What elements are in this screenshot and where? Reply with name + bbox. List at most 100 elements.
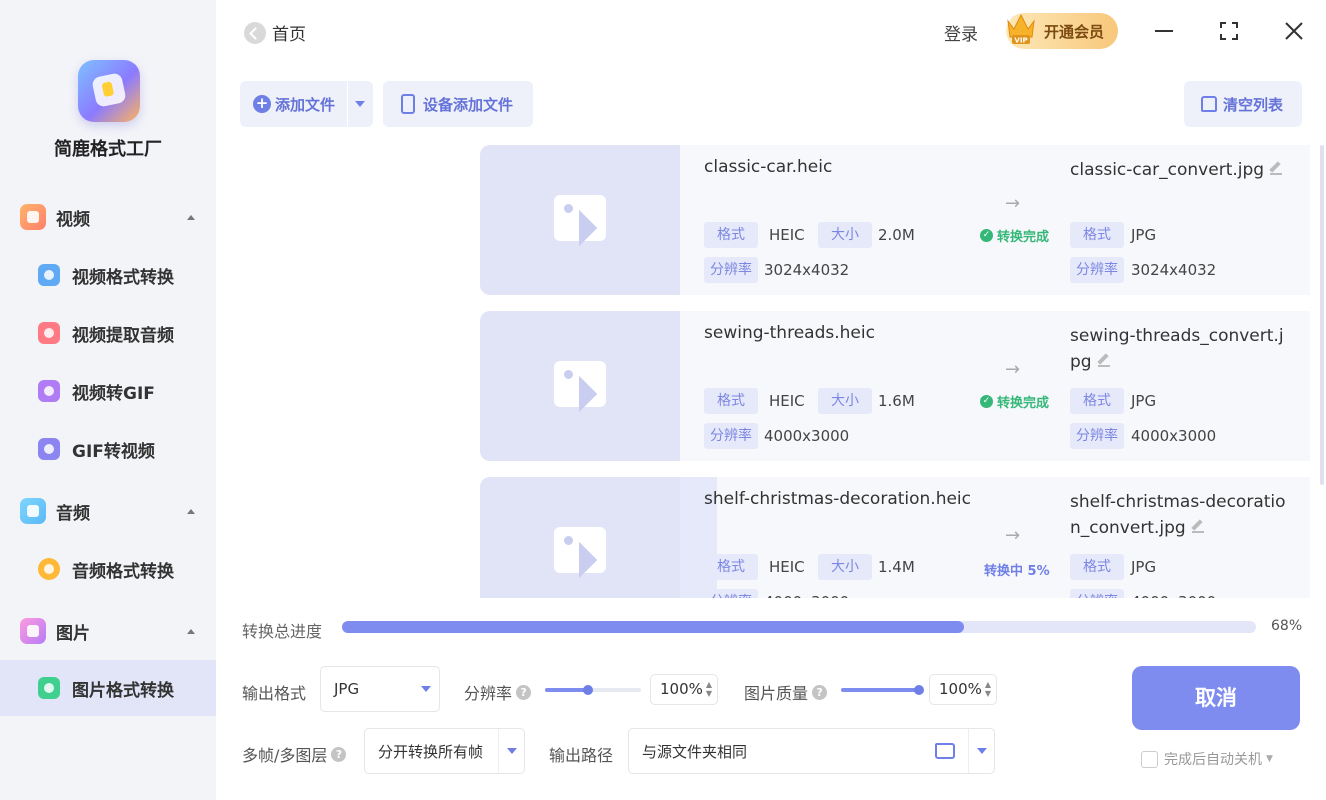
audio-category-icon	[20, 498, 46, 524]
quality-slider-knob[interactable]	[913, 685, 924, 695]
multiframe-label: 多帧/多图层	[242, 746, 328, 765]
plus-circle-icon: +	[253, 95, 271, 113]
size-chip: 大小	[818, 554, 872, 580]
question-icon[interactable]: ?	[516, 684, 532, 700]
status-text: 转换完成	[997, 230, 1050, 245]
status-done: ✓ 转换完成	[980, 226, 1049, 245]
output-resolution: 3024x4032	[1131, 261, 1217, 279]
output-format: JPG	[1131, 392, 1157, 410]
login-link[interactable]: 登录	[944, 20, 978, 45]
vip-button[interactable]: VIP 开通会员	[1006, 13, 1118, 49]
sidebar-category-label: 视频	[56, 209, 90, 230]
chevron-down-icon[interactable]: ▼	[1266, 754, 1273, 764]
add-file-dropdown[interactable]	[347, 101, 373, 107]
output-name-text: classic-car_convert.jpg	[1070, 160, 1265, 180]
multiframe-select[interactable]: 分开转换所有帧	[364, 728, 525, 774]
resolution-stepper[interactable]: 100% ▲ ▼	[650, 674, 718, 705]
output-path-select[interactable]: 与源文件夹相同	[628, 728, 995, 774]
pencil-icon[interactable]	[1270, 163, 1283, 175]
output-file-name: sewing-threads_convert.jpg	[1070, 323, 1288, 375]
crown-icon: VIP	[1007, 13, 1035, 45]
sidebar: 简鹿格式工厂 视频 视频格式转换 视频提取音频 视频转GIF GIF转视频 音频…	[0, 0, 216, 800]
sidebar-category-image[interactable]: 图片	[20, 616, 210, 646]
resolution-slider-knob[interactable]	[583, 685, 594, 695]
scrollbar[interactable]	[1320, 145, 1324, 485]
quality-slider[interactable]	[841, 685, 924, 695]
auto-shutdown-checkbox[interactable]	[1141, 750, 1158, 768]
output-format-select[interactable]: JPG	[320, 666, 440, 712]
quality-stepper[interactable]: 100% ▲ ▼	[929, 674, 997, 705]
question-icon[interactable]: ?	[331, 746, 347, 762]
back-arrow-icon	[244, 21, 266, 44]
image-convert-icon	[38, 677, 60, 699]
folder-icon[interactable]	[935, 743, 955, 759]
maximize-icon[interactable]	[1216, 18, 1242, 44]
clear-list-button[interactable]: 清空列表	[1184, 81, 1302, 127]
close-window-icon[interactable]	[1281, 18, 1307, 44]
device-add-file-button[interactable]: 设备添加文件	[383, 81, 533, 127]
sidebar-item-image-format-convert[interactable]: 图片格式转换	[0, 660, 216, 716]
broom-icon	[1201, 96, 1217, 112]
music-note-icon	[38, 322, 60, 344]
file-card: classic-car.heic 格式 HEIC 大小 2.0M 分辨率 302…	[480, 145, 1310, 295]
auto-shutdown-option[interactable]: 完成后自动关机 ▼	[1141, 749, 1273, 769]
caret-up-icon	[187, 508, 195, 514]
thumbnail	[480, 145, 680, 295]
file-list[interactable]: classic-car.heic 格式 HEIC 大小 2.0M 分辨率 302…	[240, 145, 1310, 598]
sidebar-item-video-to-gif[interactable]: 视频转GIF	[0, 363, 216, 419]
sidebar-item-label: GIF转视频	[72, 441, 155, 462]
question-icon[interactable]: ?	[812, 684, 828, 700]
source-resolution: 3024x4032	[764, 261, 850, 279]
quality-slider-fill	[841, 688, 919, 692]
arrow-right-icon: →	[1005, 193, 1021, 214]
pencil-icon[interactable]	[1097, 355, 1110, 367]
video-category-icon	[20, 204, 46, 230]
chevron-down-icon[interactable]	[968, 729, 994, 773]
pencil-icon[interactable]	[1191, 521, 1204, 533]
add-file-main[interactable]: + 添加文件	[240, 94, 347, 115]
check-circle-icon: ✓	[980, 395, 993, 408]
add-file-button[interactable]: + 添加文件	[240, 81, 373, 127]
resolution-chip: 分辨率	[704, 257, 758, 283]
resolution-chip: 分辨率	[704, 589, 758, 598]
sidebar-item-video-format-convert[interactable]: 视频格式转换	[0, 247, 216, 303]
sidebar-category-label: 音频	[56, 503, 90, 524]
format-chip: 格式	[704, 388, 758, 414]
output-path-value: 与源文件夹相同	[642, 742, 748, 761]
sidebar-category-video[interactable]: 视频	[20, 202, 210, 232]
quality-value: 100%	[939, 680, 982, 698]
output-format: JPG	[1131, 226, 1157, 244]
image-placeholder-icon	[554, 527, 606, 573]
source-format: HEIC	[769, 558, 805, 576]
thumbnail	[480, 311, 680, 461]
source-file-name: classic-car.heic	[704, 157, 833, 177]
output-file-name: classic-car_convert.jpg	[1070, 157, 1288, 183]
resolution-slider[interactable]	[545, 685, 641, 695]
source-size: 2.0M	[878, 226, 915, 244]
resolution-chip: 分辨率	[704, 423, 758, 449]
source-size: 1.6M	[878, 392, 915, 410]
status-text: 转换完成	[997, 396, 1050, 411]
sidebar-item-video-extract-audio[interactable]: 视频提取音频	[0, 305, 216, 361]
resolution-chip: 分辨率	[1070, 589, 1124, 598]
sidebar-category-audio[interactable]: 音频	[20, 496, 210, 526]
output-name-text: shelf-christmas-decoration_convert.jpg	[1070, 492, 1286, 538]
stepper-arrows-icon[interactable]: ▲ ▼	[985, 680, 991, 698]
home-link[interactable]: 首页	[244, 20, 306, 45]
format-chip: 格式	[704, 222, 758, 248]
gif-video-icon	[38, 438, 60, 460]
caret-up-icon	[187, 214, 195, 220]
sidebar-item-gif-to-video[interactable]: GIF转视频	[0, 421, 216, 477]
image-category-icon	[20, 618, 46, 644]
home-label: 首页	[272, 25, 306, 45]
cancel-all-button[interactable]: 取消	[1132, 666, 1300, 730]
output-format: JPG	[1131, 558, 1157, 576]
stepper-arrows-icon[interactable]: ▲ ▼	[706, 680, 712, 698]
resolution-label-group: 分辨率 ?	[464, 680, 532, 704]
source-resolution: 4000x3000	[764, 427, 850, 445]
minimize-icon[interactable]	[1151, 18, 1177, 44]
sidebar-item-label: 图片格式转换	[72, 680, 174, 701]
check-circle-icon: ✓	[980, 229, 993, 242]
sidebar-item-audio-format-convert[interactable]: 音频格式转换	[0, 541, 216, 597]
quality-label-group: 图片质量 ?	[744, 680, 828, 704]
